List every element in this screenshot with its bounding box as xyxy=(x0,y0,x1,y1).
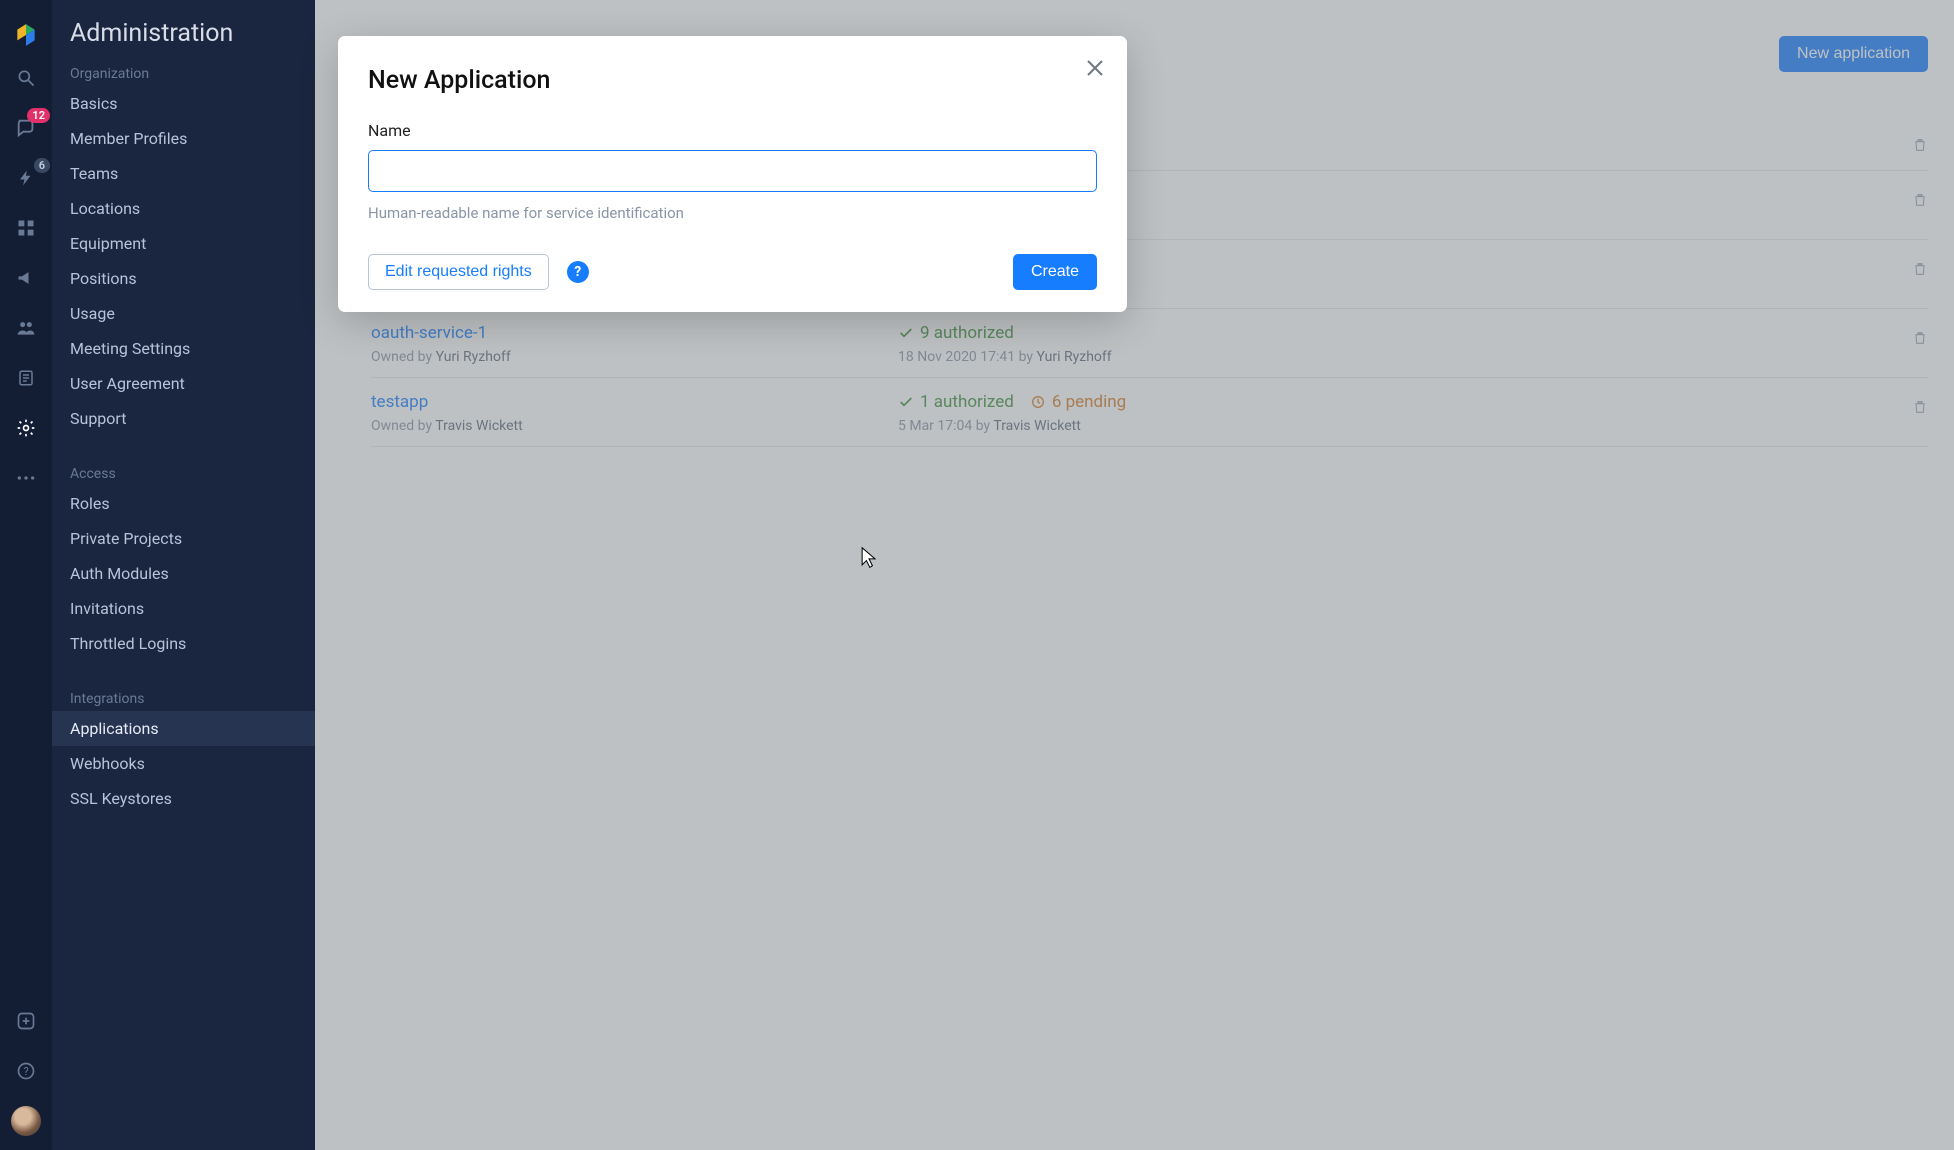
people-icon[interactable] xyxy=(12,314,40,342)
sidebar-item-user-agreement[interactable]: User Agreement xyxy=(52,366,315,401)
sidebar-item-auth-modules[interactable]: Auth Modules xyxy=(52,556,315,591)
icon-rail: 12 6 ? xyxy=(0,0,52,1150)
sidebar-item-meeting-settings[interactable]: Meeting Settings xyxy=(52,331,315,366)
sidebar-item-equipment[interactable]: Equipment xyxy=(52,226,315,261)
modal-title: New Application xyxy=(368,66,1097,95)
sidebar-item-positions[interactable]: Positions xyxy=(52,261,315,296)
logo-icon[interactable] xyxy=(12,21,40,49)
svg-text:?: ? xyxy=(23,1065,28,1078)
help-round-icon[interactable]: ? xyxy=(567,261,589,283)
name-input[interactable] xyxy=(368,150,1097,192)
bolt-icon[interactable]: 6 xyxy=(12,164,40,192)
sidebar-item-ssl-keystores[interactable]: SSL Keystores xyxy=(52,781,315,816)
sidebar-item-member-profiles[interactable]: Member Profiles xyxy=(52,121,315,156)
edit-rights-button[interactable]: Edit requested rights xyxy=(368,254,549,290)
add-icon[interactable] xyxy=(12,1007,40,1035)
sidebar: Administration Organization Basics Membe… xyxy=(52,0,315,1150)
new-application-modal: New Application Name Human-readable name… xyxy=(338,36,1127,312)
gear-icon[interactable] xyxy=(12,414,40,442)
sidebar-item-usage[interactable]: Usage xyxy=(52,296,315,331)
help-icon[interactable]: ? xyxy=(12,1057,40,1085)
more-icon[interactable] xyxy=(12,464,40,492)
search-icon[interactable] xyxy=(12,64,40,92)
megaphone-icon[interactable] xyxy=(12,264,40,292)
sidebar-group-integrations: Integrations xyxy=(52,681,315,711)
sidebar-item-throttled-logins[interactable]: Throttled Logins xyxy=(52,626,315,661)
sidebar-item-webhooks[interactable]: Webhooks xyxy=(52,746,315,781)
sidebar-title: Administration xyxy=(52,14,315,56)
sidebar-item-teams[interactable]: Teams xyxy=(52,156,315,191)
avatar[interactable] xyxy=(11,1106,41,1136)
chat-icon[interactable]: 12 xyxy=(12,114,40,142)
sidebar-item-locations[interactable]: Locations xyxy=(52,191,315,226)
sidebar-item-applications[interactable]: Applications xyxy=(52,711,315,746)
document-icon[interactable] xyxy=(12,364,40,392)
sidebar-group-organization: Organization xyxy=(52,56,315,86)
apps-icon[interactable] xyxy=(12,214,40,242)
close-icon[interactable] xyxy=(1083,56,1107,80)
sidebar-item-invitations[interactable]: Invitations xyxy=(52,591,315,626)
name-help: Human-readable name for service identifi… xyxy=(368,204,1097,222)
chat-badge: 12 xyxy=(27,108,50,123)
sidebar-item-roles[interactable]: Roles xyxy=(52,486,315,521)
sidebar-item-support[interactable]: Support xyxy=(52,401,315,436)
create-button[interactable]: Create xyxy=(1013,254,1097,290)
sidebar-group-access: Access xyxy=(52,456,315,486)
sidebar-item-basics[interactable]: Basics xyxy=(52,86,315,121)
sidebar-item-private-projects[interactable]: Private Projects xyxy=(52,521,315,556)
bolt-badge: 6 xyxy=(34,158,50,173)
name-label: Name xyxy=(368,121,1097,140)
